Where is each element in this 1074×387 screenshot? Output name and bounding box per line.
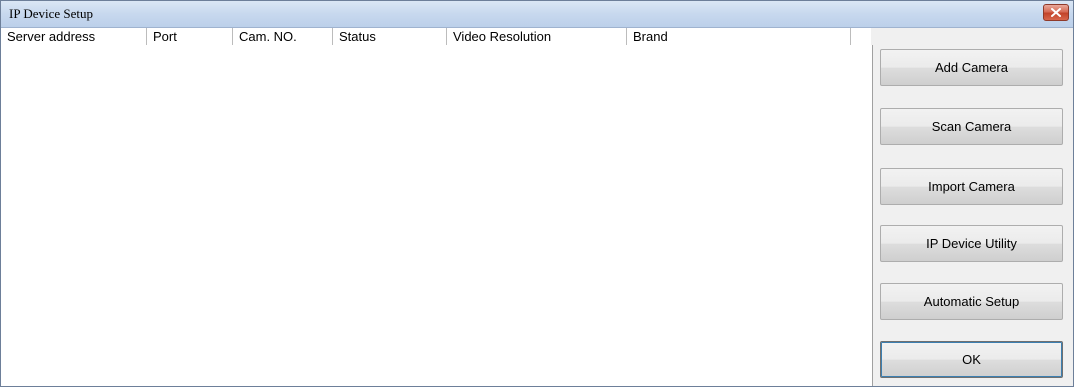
ip-device-setup-window: IP Device Setup Server address Port Cam.… <box>0 0 1074 387</box>
device-list[interactable] <box>1 45 873 386</box>
close-button[interactable] <box>1043 4 1069 21</box>
title-bar[interactable]: IP Device Setup <box>1 1 1073 28</box>
column-header-status[interactable]: Status <box>333 28 447 46</box>
action-panel: Add Camera Scan Camera Import Camera IP … <box>873 28 1073 386</box>
column-header-server-address[interactable]: Server address <box>1 28 147 46</box>
automatic-setup-button[interactable]: Automatic Setup <box>880 283 1063 320</box>
column-header-port[interactable]: Port <box>147 28 233 46</box>
column-header-brand[interactable]: Brand <box>627 28 851 46</box>
window-title: IP Device Setup <box>9 6 93 21</box>
close-icon <box>1051 8 1061 17</box>
column-header-video-resolution[interactable]: Video Resolution <box>447 28 627 46</box>
column-header-cam-no[interactable]: Cam. NO. <box>233 28 333 46</box>
column-header-filler <box>851 28 871 46</box>
ip-device-utility-button[interactable]: IP Device Utility <box>880 225 1063 262</box>
ok-button[interactable]: OK <box>880 341 1063 378</box>
import-camera-button[interactable]: Import Camera <box>880 168 1063 205</box>
scan-camera-button[interactable]: Scan Camera <box>880 108 1063 145</box>
add-camera-button[interactable]: Add Camera <box>880 49 1063 86</box>
